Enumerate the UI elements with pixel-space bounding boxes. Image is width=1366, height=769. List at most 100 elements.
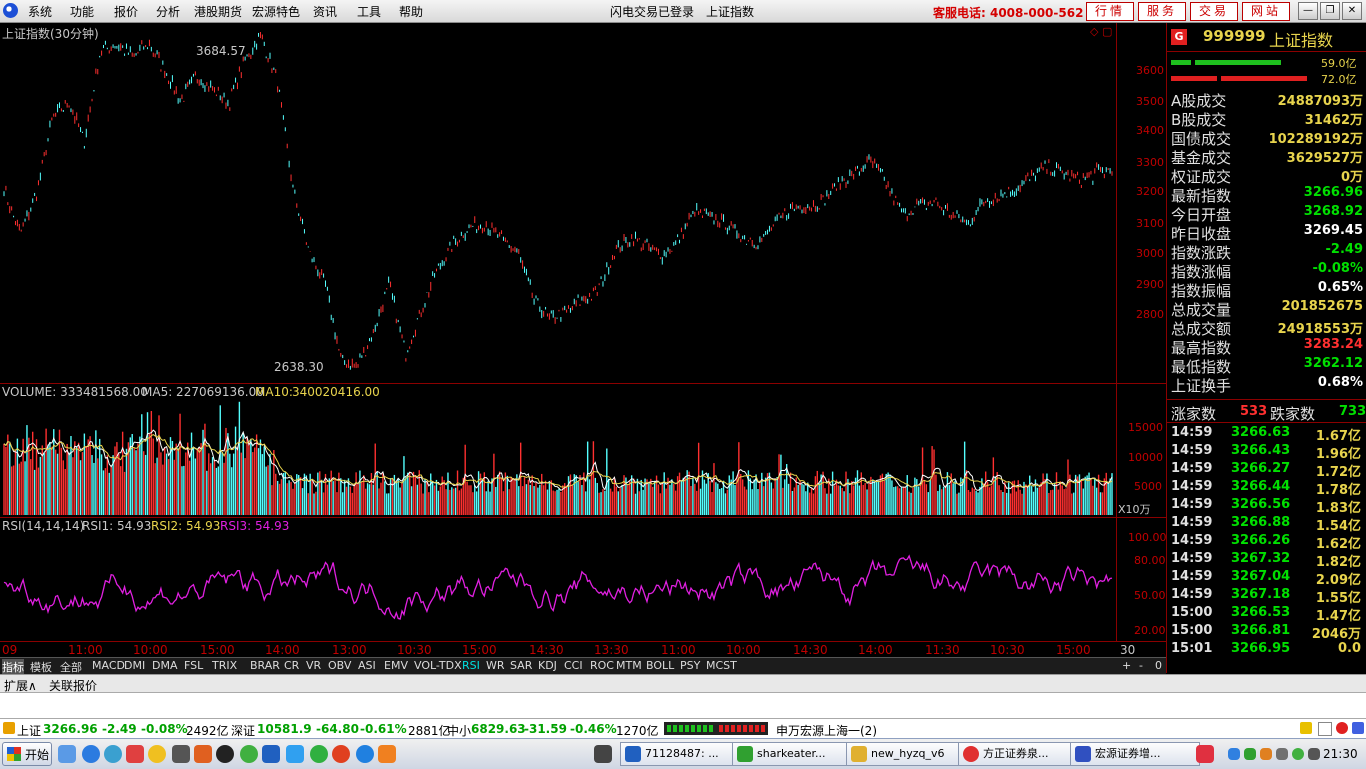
qq-icon[interactable]: [216, 745, 234, 763]
menu-news[interactable]: 资讯: [313, 3, 337, 20]
chart-corner-icons[interactable]: ◇ ▢: [1090, 25, 1112, 38]
market-button[interactable]: 行情: [1086, 2, 1134, 21]
volume-icon[interactable]: [1308, 748, 1320, 760]
sell-volume: 72.0亿: [1321, 73, 1357, 86]
indicator-tab[interactable]: DMA: [152, 659, 178, 672]
menu-help[interactable]: 帮助: [399, 3, 423, 20]
indicator-tab[interactable]: CCI: [564, 659, 583, 672]
indicator-tab[interactable]: MCST: [706, 659, 737, 672]
taskbar-item[interactable]: sharkeater...: [732, 742, 864, 766]
zoom-in-button[interactable]: +: [1122, 659, 1131, 672]
lock-icon[interactable]: [1300, 722, 1312, 734]
360-icon[interactable]: [240, 745, 258, 763]
taskbar-item[interactable]: new_hyzq_v6: [846, 742, 976, 766]
menu-quote[interactable]: 报价: [114, 3, 138, 20]
indicator-tab[interactable]: SAR: [510, 659, 532, 672]
sz-value: 10581.9: [257, 722, 312, 736]
indicator-tab[interactable]: 模板: [30, 659, 52, 675]
chrome-icon[interactable]: [332, 745, 350, 763]
taskbar-item[interactable]: 宏源证券增...: [1070, 742, 1200, 766]
network-icon[interactable]: [1276, 748, 1288, 760]
indicator-tab[interactable]: ROC: [590, 659, 614, 672]
signal-icon[interactable]: [1318, 722, 1332, 736]
desktop-icon[interactable]: [58, 745, 76, 763]
app-icon[interactable]: [126, 745, 144, 763]
extension-bar: 扩展∧ 关联报价: [0, 674, 1366, 693]
zoom-out-button[interactable]: -: [1139, 659, 1143, 672]
indicator-tab[interactable]: 全部: [60, 659, 82, 675]
volume-bars: [3, 401, 1113, 515]
extension-content: [0, 692, 1366, 719]
quote-label: 最高指数: [1171, 339, 1232, 357]
menu-tools[interactable]: 工具: [357, 3, 381, 20]
indicator-tab[interactable]: BOLL: [646, 659, 674, 672]
edge-icon[interactable]: [356, 745, 374, 763]
settings-icon[interactable]: [1352, 722, 1364, 734]
indicator-tab[interactable]: 指标: [2, 659, 24, 675]
price-tick: 3500: [1136, 95, 1164, 108]
quote-row: 上证换手 0.68%: [1171, 375, 1363, 395]
indicator-tab[interactable]: VR: [306, 659, 321, 672]
tray-app-icon[interactable]: [1196, 745, 1214, 763]
green-browser-icon[interactable]: [310, 745, 328, 763]
menu-bar: 系统 功能 报价 分析 港股期货 宏源特色 资讯 工具 帮助 闪电交易已登录 上…: [0, 0, 1366, 23]
ie2-icon[interactable]: [286, 745, 304, 763]
close-icon[interactable]: ✕: [1342, 2, 1362, 20]
service-button[interactable]: 服务: [1138, 2, 1186, 21]
smile-icon[interactable]: [148, 745, 166, 763]
zx-percent: -0.46%: [570, 722, 617, 736]
chart-area[interactable]: 上证指数(30分钟) ◇ ▢ 3684.57 2638.30 3600 3500…: [0, 23, 1167, 659]
indicator-tab[interactable]: TRIX: [212, 659, 237, 672]
x-tick: 10:00: [726, 643, 761, 657]
rsi-title: RSI(14,14,14): [2, 519, 85, 533]
tick-amount: 0.0: [1337, 641, 1361, 656]
quote-value: -2.49: [1325, 242, 1363, 257]
indicator-tab[interactable]: VOL-TDX: [414, 659, 462, 672]
taskbar-item[interactable]: 71128487: ...: [620, 742, 750, 766]
zx-value: 6829.63: [471, 722, 526, 736]
indicator-tab[interactable]: CR: [284, 659, 299, 672]
tool-icon[interactable]: [194, 745, 212, 763]
indicator-tab[interactable]: OBV: [328, 659, 351, 672]
quote-value: 0.65%: [1317, 280, 1363, 295]
tick-amount: 1.54亿: [1315, 519, 1361, 534]
menu-function[interactable]: 功能: [70, 3, 94, 20]
indicator-tab[interactable]: FSL: [184, 659, 203, 672]
indicator-tab[interactable]: WR: [486, 659, 505, 672]
indicator-tab[interactable]: EMV: [384, 659, 408, 672]
browser-icon[interactable]: [104, 745, 122, 763]
menu-analysis[interactable]: 分析: [156, 3, 180, 20]
notice-icon[interactable]: [1336, 722, 1348, 734]
website-button[interactable]: 网站: [1242, 2, 1290, 21]
menu-hongyuan[interactable]: 宏源特色: [252, 3, 300, 20]
word-icon[interactable]: [262, 745, 280, 763]
start-button[interactable]: 开始: [2, 742, 52, 766]
restore-icon[interactable]: ❐: [1320, 2, 1340, 20]
indicator-tab[interactable]: MTM: [616, 659, 642, 672]
tray-icon[interactable]: [1228, 748, 1240, 760]
broker-server[interactable]: 申万宏源上海一(2): [776, 722, 877, 739]
indicator-tab[interactable]: MACD: [92, 659, 125, 672]
orange-app-icon[interactable]: [378, 745, 396, 763]
indicator-tab[interactable]: RSI: [462, 659, 480, 672]
keyboard-icon[interactable]: [594, 745, 612, 763]
indicator-tab[interactable]: KDJ: [538, 659, 557, 672]
indicator-tab[interactable]: BRAR: [250, 659, 280, 672]
media-icon[interactable]: [172, 745, 190, 763]
minimize-icon[interactable]: —: [1298, 2, 1318, 20]
indicator-tab[interactable]: PSY: [680, 659, 700, 672]
tray-icon[interactable]: [1244, 748, 1256, 760]
quote-row: 基金成交 3629527万: [1171, 147, 1363, 167]
tick-row: 15:00 3266.53 1.47亿: [1171, 605, 1363, 624]
menu-system[interactable]: 系统: [28, 3, 52, 20]
tray-icon[interactable]: [1292, 748, 1304, 760]
trade-button[interactable]: 交易: [1190, 2, 1238, 21]
taskbar-item[interactable]: 方正证券泉...: [958, 742, 1088, 766]
ie-icon[interactable]: [82, 745, 100, 763]
tray-icon[interactable]: [1260, 748, 1272, 760]
indicator-tab[interactable]: DMI: [124, 659, 145, 672]
menu-hk-futures[interactable]: 港股期货: [194, 3, 242, 20]
indicator-tab[interactable]: ASI: [358, 659, 376, 672]
tick-row: 14:59 3266.44 1.78亿: [1171, 479, 1363, 498]
zoom-reset-button[interactable]: 0: [1155, 659, 1162, 672]
